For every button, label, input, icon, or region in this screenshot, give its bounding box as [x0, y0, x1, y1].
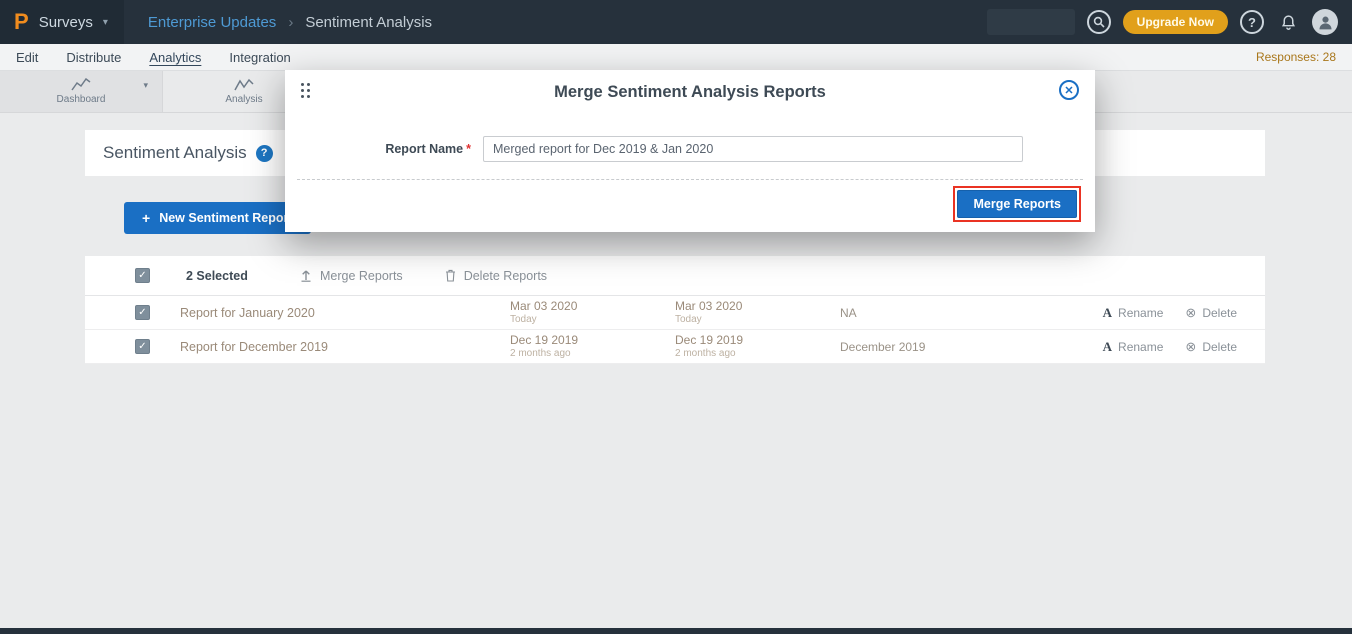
row-actions: A Rename ⊗ Delete	[1103, 339, 1237, 355]
toolbar-item-dashboard[interactable]: Dashboard ▾	[0, 71, 163, 112]
created-date-relative: 2 months ago	[510, 348, 675, 360]
created-date-relative: Today	[510, 314, 675, 326]
tab-edit[interactable]: Edit	[16, 50, 38, 65]
new-sentiment-report-button[interactable]: + New Sentiment Report	[124, 202, 311, 234]
created-date: Mar 03 2020	[510, 300, 675, 314]
rename-action[interactable]: A Rename	[1103, 305, 1164, 321]
table-row: ✓ Report for January 2020 Mar 03 2020 To…	[85, 296, 1265, 330]
survey-navbar: Edit Distribute Analytics Integration Re…	[0, 44, 1352, 71]
tab-analytics[interactable]: Analytics	[149, 50, 201, 65]
search-icon[interactable]	[1087, 10, 1111, 34]
report-name-input[interactable]	[483, 136, 1023, 162]
upgrade-now-button[interactable]: Upgrade Now	[1123, 10, 1228, 34]
new-sentiment-report-label: New Sentiment Report	[159, 211, 292, 225]
delete-action[interactable]: ⊗ Delete	[1185, 305, 1237, 321]
created-date-cell: Dec 19 2019 2 months ago	[510, 334, 675, 359]
delete-reports-action[interactable]: Delete Reports	[445, 269, 547, 283]
row-checkbox[interactable]: ✓	[135, 339, 150, 354]
help-icon[interactable]: ?	[1240, 10, 1264, 34]
merge-reports-button[interactable]: Merge Reports	[957, 190, 1077, 218]
delete-circle-icon: ⊗	[1185, 339, 1196, 355]
modal-body: Report Name*	[285, 136, 1095, 162]
modified-date: Mar 03 2020	[675, 300, 840, 314]
table-row: ✓ Report for December 2019 Dec 19 2019 2…	[85, 330, 1265, 364]
delete-label: Delete	[1202, 306, 1237, 320]
drag-handle-icon[interactable]	[301, 83, 311, 99]
chevron-down-icon[interactable]: ▾	[143, 80, 148, 91]
rename-action[interactable]: A Rename	[1103, 339, 1164, 355]
delete-circle-icon: ⊗	[1185, 305, 1196, 321]
topbar: P Surveys ▾ Enterprise Updates › Sentime…	[0, 0, 1352, 44]
window-bottom-edge	[0, 628, 1352, 634]
delete-label: Delete	[1202, 340, 1237, 354]
merge-reports-action-label: Merge Reports	[320, 269, 403, 283]
rename-icon: A	[1103, 339, 1112, 355]
selection-header-row: ✓ 2 Selected Merge Reports Delete Report…	[85, 256, 1265, 296]
created-date: Dec 19 2019	[510, 334, 675, 348]
topbar-actions: Upgrade Now ?	[987, 9, 1352, 35]
row-checkbox[interactable]: ✓	[135, 305, 150, 320]
analysis-chart-icon	[234, 78, 254, 91]
selected-count: 2 Selected	[186, 269, 258, 283]
modal-title: Merge Sentiment Analysis Reports	[554, 83, 826, 102]
report-period: December 2019	[840, 340, 1085, 354]
dashboard-chart-icon	[71, 78, 91, 91]
user-avatar[interactable]	[1312, 9, 1338, 35]
rename-icon: A	[1103, 305, 1112, 321]
breadcrumb-current: Sentiment Analysis	[305, 14, 432, 31]
created-date-cell: Mar 03 2020 Today	[510, 300, 675, 325]
toolbar-item-label: Analysis	[225, 94, 262, 105]
trash-icon	[445, 269, 456, 282]
notifications-bell-icon[interactable]	[1276, 10, 1300, 34]
modified-date-cell: Mar 03 2020 Today	[675, 300, 840, 325]
chevron-down-icon: ▾	[103, 17, 108, 28]
toolbar-item-label: Dashboard	[57, 94, 106, 105]
plus-icon: +	[142, 210, 150, 226]
annotation-highlight-box: Merge Reports	[953, 186, 1081, 222]
merge-reports-action[interactable]: Merge Reports	[300, 269, 403, 283]
reports-table: ✓ 2 Selected Merge Reports Delete Report…	[85, 256, 1265, 364]
breadcrumb-survey-link[interactable]: Enterprise Updates	[148, 14, 276, 31]
breadcrumb: Enterprise Updates › Sentiment Analysis	[148, 14, 432, 31]
tab-integration[interactable]: Integration	[229, 50, 290, 65]
report-period: NA	[840, 306, 1085, 320]
rename-label: Rename	[1118, 340, 1163, 354]
breadcrumb-separator: ›	[288, 14, 293, 31]
modified-date-cell: Dec 19 2019 2 months ago	[675, 334, 840, 359]
page-title: Sentiment Analysis	[103, 143, 247, 163]
report-name-label-text: Report Name	[385, 142, 463, 156]
select-all-checkbox[interactable]: ✓	[135, 268, 150, 283]
modified-date-relative: 2 months ago	[675, 348, 840, 360]
merge-reports-modal: Merge Sentiment Analysis Reports ✕ Repor…	[285, 70, 1095, 232]
row-actions: A Rename ⊗ Delete	[1103, 305, 1237, 321]
brand-logo: P	[14, 9, 29, 35]
page-help-icon[interactable]: ?	[256, 145, 273, 162]
modified-date: Dec 19 2019	[675, 334, 840, 348]
rename-label: Rename	[1118, 306, 1163, 320]
modified-date-relative: Today	[675, 314, 840, 326]
report-name-label: Report Name*	[285, 142, 471, 156]
report-name-link[interactable]: Report for December 2019	[180, 340, 510, 354]
merge-icon	[300, 269, 312, 282]
report-name-link[interactable]: Report for January 2020	[180, 306, 510, 320]
modal-footer: Merge Reports	[285, 180, 1095, 222]
delete-action[interactable]: ⊗ Delete	[1185, 339, 1237, 355]
close-icon[interactable]: ✕	[1059, 80, 1079, 100]
responses-count: Responses: 28	[1256, 50, 1336, 64]
tab-distribute[interactable]: Distribute	[66, 50, 121, 65]
required-marker: *	[466, 142, 471, 156]
delete-reports-action-label: Delete Reports	[464, 269, 547, 283]
modal-header: Merge Sentiment Analysis Reports ✕	[285, 70, 1095, 114]
search-input[interactable]	[987, 9, 1075, 35]
product-name: Surveys	[39, 14, 93, 31]
product-switcher[interactable]: P Surveys ▾	[0, 0, 124, 44]
